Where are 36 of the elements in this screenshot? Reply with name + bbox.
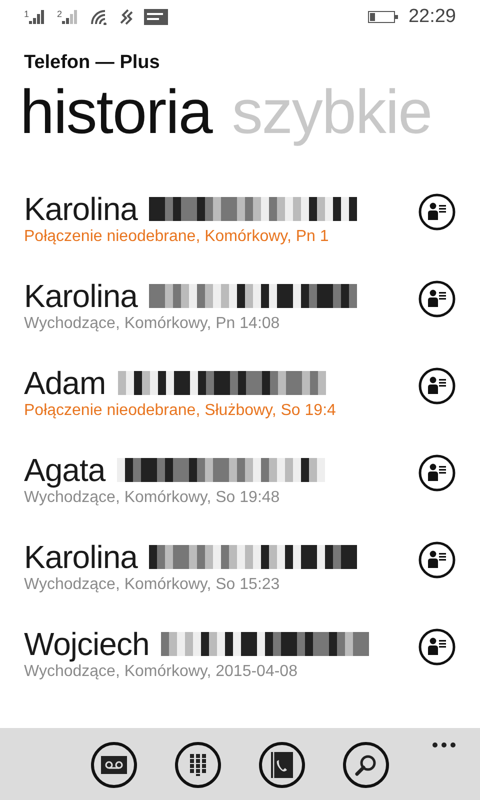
app-title: Telefon — Plus <box>24 52 161 74</box>
call-detail: Wychodzące, Komórkowy, Pn 14:08 <box>24 315 281 333</box>
clock-time: 22:29 <box>408 6 456 28</box>
search-button[interactable] <box>343 742 389 788</box>
search-icon <box>354 753 378 777</box>
voicemail-button[interactable] <box>91 742 137 788</box>
contact-name[interactable]: Karolina <box>24 538 138 576</box>
contact-name[interactable]: Adam <box>24 364 106 402</box>
call-detail: Wychodzące, Komórkowy, So 15:23 <box>24 576 281 594</box>
pivot-tab[interactable]: historia <box>20 76 212 150</box>
contact-name[interactable]: Karolina <box>24 278 138 314</box>
phone-book-icon <box>271 752 293 778</box>
call-detail: Wychodzące, Komórkowy, So 19:48 <box>24 489 281 507</box>
contacts-button[interactable] <box>259 742 305 788</box>
keypad-icon <box>190 754 206 776</box>
wifi-icon <box>90 9 108 25</box>
contact-name[interactable]: Agata <box>24 452 106 488</box>
message-icon <box>144 9 168 25</box>
call-detail: Wychodzące, Komórkowy, 2015-04-08 <box>24 663 298 681</box>
contact-card-icon[interactable] <box>418 367 456 405</box>
more-icon[interactable] <box>432 742 456 748</box>
call-detail: Połączenie nieodebrane, Komórkowy, Pn 1 <box>24 228 330 246</box>
vibrate-icon <box>118 9 134 25</box>
contact-name[interactable]: Karolina <box>24 190 138 228</box>
sim-number: 1 <box>24 10 30 19</box>
cassette-icon <box>101 756 127 774</box>
battery-icon <box>368 11 398 23</box>
contact-card-icon[interactable] <box>418 193 456 231</box>
contact-card-icon[interactable] <box>418 454 456 492</box>
sim-number: 2 <box>57 10 62 19</box>
contact-card-icon[interactable] <box>418 628 456 666</box>
keypad-button[interactable] <box>175 742 221 788</box>
call-detail: Połączenie nieodebrane, Służbowy, So 19:4 <box>24 402 337 420</box>
contact-name[interactable]: Wojciech <box>24 626 150 662</box>
contact-card-icon[interactable] <box>418 280 456 318</box>
contact-card-icon[interactable] <box>418 541 456 579</box>
